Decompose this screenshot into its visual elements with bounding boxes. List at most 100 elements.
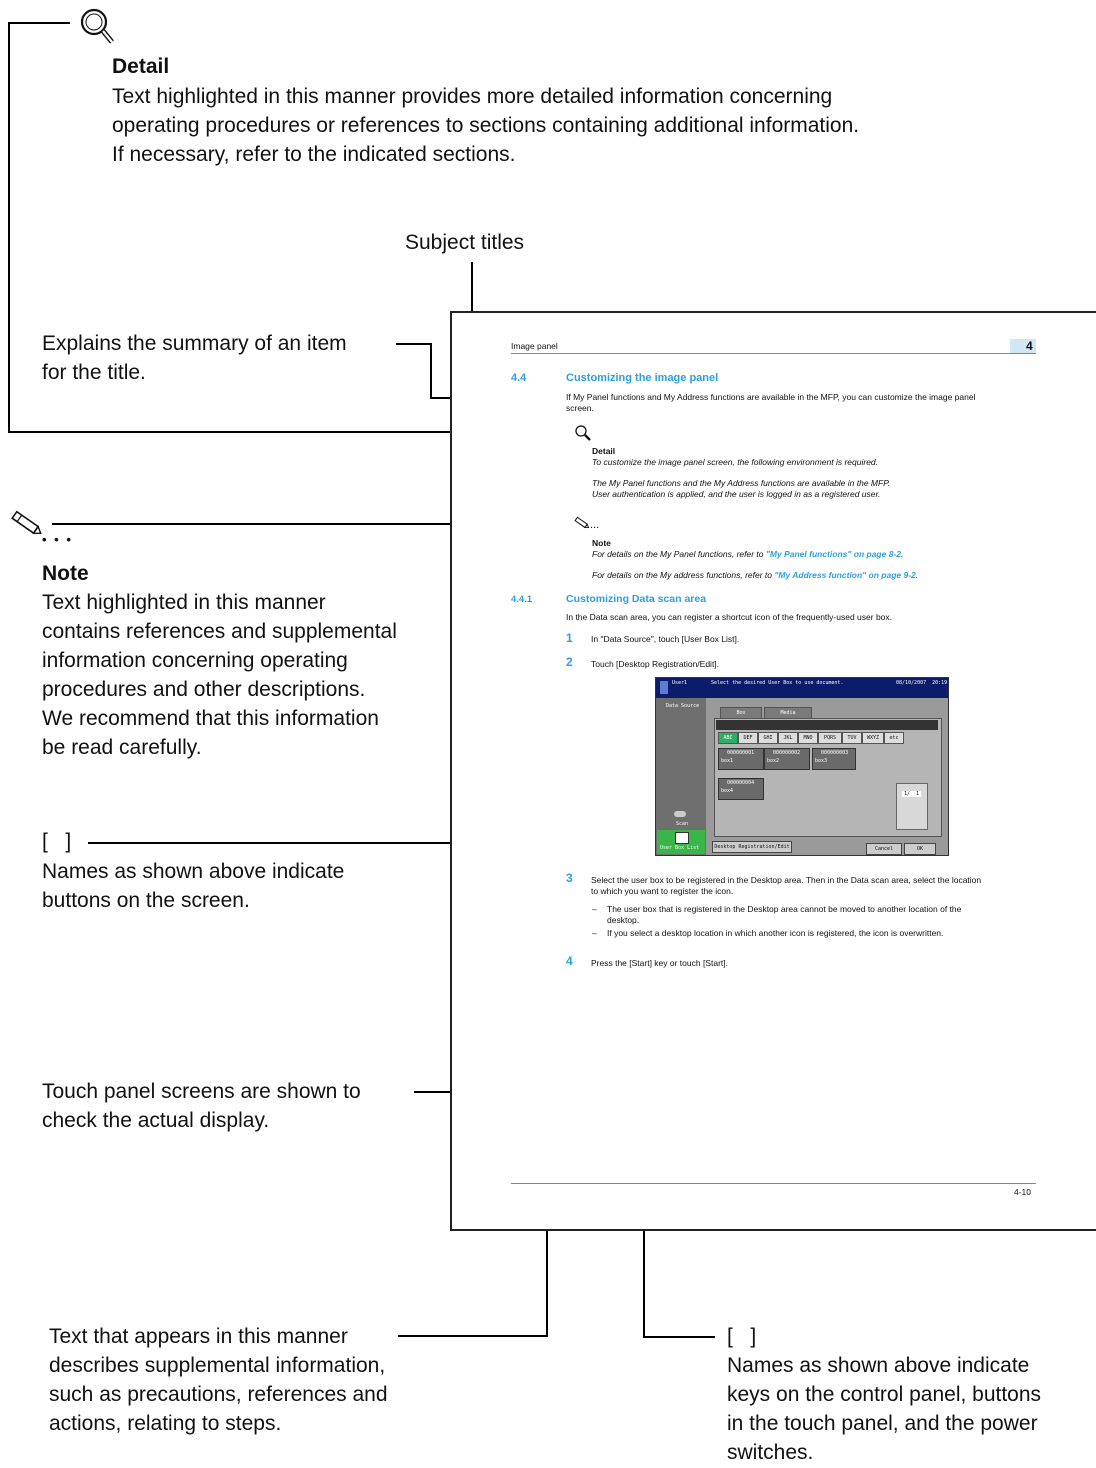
doc-note-line-2-end: . (915, 570, 919, 580)
bullet-2-text: If you select a desktop location in whic… (607, 928, 944, 938)
supplemental-line-4: actions, relating to steps. (49, 1412, 282, 1435)
bracket-keys-line-3: in the touch panel, and the power (727, 1412, 1038, 1435)
doc-note-pencil-icon (574, 516, 590, 530)
tp-datetime: 08/10/2007 20:19 (896, 680, 948, 686)
touch-panel-screenshot: User1 Select the desired User Box to use… (655, 677, 949, 856)
summary-line-1: Explains the summary of an item (42, 332, 347, 355)
link-my-address-function[interactable]: "My Address function" on page 9-2 (774, 570, 915, 580)
section-title: Customizing the image panel (566, 372, 719, 384)
step-2-number: 2 (566, 655, 573, 669)
detail-callout-line-2: operating procedures or references to se… (112, 114, 860, 137)
step-1-text: In "Data Source", touch [User Box List]. (591, 634, 740, 644)
pencil-icon (8, 508, 44, 538)
tp-letter-pqrs[interactable]: PQRS (818, 732, 842, 744)
doc-note-dots: ... (590, 519, 600, 531)
doc-note-line-1-end: . (900, 549, 904, 559)
bullet-2-dash: – (592, 928, 597, 938)
note-dots: • • • (42, 532, 73, 547)
doc-note-heading: Note (592, 538, 611, 548)
detail-callout-line-3: If necessary, refer to the indicated sec… (112, 143, 516, 166)
tp-user-box-list-label: User Box List (660, 845, 700, 851)
tp-user-box-2-name: box2 (767, 758, 780, 764)
touch-panel-callout-line-2: check the actual display. (42, 1109, 270, 1132)
doc-detail-line-3: User authentication is applied, and the … (592, 489, 881, 499)
tp-user-box-list-button[interactable]: User Box List (657, 830, 705, 854)
tp-letter-jkl[interactable]: JKL (778, 732, 798, 744)
tp-ok-button[interactable]: OK (904, 843, 936, 855)
step-3-text-2: to which you want to register the icon. (591, 886, 734, 896)
step-3-text: Select the user box to be registered in … (591, 875, 982, 885)
doc-note-line-2: For details on the My address functions,… (592, 570, 918, 581)
page-header-title: Image panel (511, 341, 558, 351)
link-my-panel-functions[interactable]: "My Panel functions" on page 8-2 (766, 549, 901, 559)
tp-message: Select the desired User Box to use docum… (711, 680, 844, 686)
subsection-title: Customizing Data scan area (566, 593, 707, 605)
tp-cancel-button[interactable]: Cancel (866, 843, 902, 855)
tp-scan-icon (674, 811, 686, 817)
tp-user-box-4-id: 000000004 (727, 780, 755, 786)
note-line-5: We recommend that this information (42, 707, 379, 730)
tp-letter-mno[interactable]: MNO (798, 732, 818, 744)
supplemental-line-1: Text that appears in this manner (49, 1325, 348, 1348)
section-intro-2: screen. (566, 403, 594, 413)
bracket-keys-line-4: switches. (727, 1441, 814, 1464)
note-line-2: contains references and supplemental (42, 620, 397, 643)
magnifier-icon (78, 6, 118, 48)
tp-search-bar[interactable] (716, 720, 938, 730)
note-callout-heading: Note (42, 562, 89, 585)
tp-user-box-4-name: box4 (721, 788, 734, 794)
step-4-text: Press the [Start] key or touch [Start]. (591, 958, 729, 968)
detail-callout-line-1: Text highlighted in this manner provides… (112, 85, 833, 108)
bracket-screen-line-2: buttons on the screen. (42, 889, 250, 912)
tp-letter-tuv[interactable]: TUV (842, 732, 862, 744)
touch-panel-callout-line-1: Touch panel screens are shown to (42, 1080, 361, 1103)
doc-detail-line-2: The My Panel functions and the My Addres… (592, 478, 891, 488)
subsection-intro: In the Data scan area, you can register … (566, 612, 893, 622)
chapter-number: 4 (1026, 339, 1033, 353)
doc-detail-heading: Detail (592, 446, 616, 456)
doc-note-line-1-text: For details on the My Panel functions, r… (592, 549, 766, 559)
section-number: 4.4 (511, 372, 527, 384)
summary-line-2: for the title. (42, 361, 146, 384)
tp-letter-wxyz[interactable]: WXYZ (862, 732, 884, 744)
tp-user-box-list-icon (675, 832, 689, 844)
header-rule (511, 353, 1036, 354)
tp-user-name: User1 (672, 680, 688, 686)
tp-user-box-2[interactable]: 000000002 box2 (764, 748, 810, 770)
tp-user-box-1[interactable]: 000000001 box1 (718, 748, 764, 770)
doc-note-line-1: For details on the My Panel functions, r… (592, 549, 903, 560)
tp-user-box-3-id: 000000003 (821, 750, 849, 756)
note-line-3: information concerning operating (42, 649, 348, 672)
detail-callout-heading: Detail (112, 55, 170, 78)
tp-user-box-2-id: 000000002 (773, 750, 801, 756)
supplemental-line-3: such as precautions, references and (49, 1383, 388, 1406)
step-3-number: 3 (566, 871, 573, 885)
step-2-text: Touch [Desktop Registration/Edit]. (591, 659, 720, 669)
tp-letter-abc[interactable]: ABC (718, 732, 738, 744)
doc-detail-magnifier-icon (574, 424, 592, 442)
subject-titles-label: Subject titles (405, 231, 525, 254)
bracket-screen-line-1: Names as shown above indicate (42, 860, 345, 883)
note-line-1: Text highlighted in this manner (42, 591, 326, 614)
tp-user-box-3[interactable]: 000000003 box3 (812, 748, 856, 770)
section-intro-1: If My Panel functions and My Address fun… (566, 392, 976, 402)
bullet-1-text: The user box that is registered in the D… (607, 904, 962, 914)
bracket-screen-label: [ ] (42, 830, 72, 853)
tp-letter-def[interactable]: DEF (738, 732, 758, 744)
doc-note-line-2-text: For details on the My address functions,… (592, 570, 775, 580)
tp-user-box-1-id: 000000001 (727, 750, 755, 756)
step-4-number: 4 (566, 954, 573, 968)
tp-user-box-3-name: box3 (815, 758, 828, 764)
bracket-keys-label: [ ] (727, 1325, 757, 1348)
tp-letter-etc[interactable]: etc (884, 732, 904, 744)
bullet-1-dash: – (592, 904, 597, 914)
bracket-keys-line-1: Names as shown above indicate (727, 1354, 1030, 1377)
tp-user-box-4[interactable]: 000000004 box4 (718, 778, 764, 800)
supplemental-line-2: describes supplemental information, (49, 1354, 386, 1377)
tp-desktop-registration-button[interactable]: Desktop Registration/Edit (712, 841, 792, 853)
note-line-4: procedures and other descriptions. (42, 678, 366, 701)
bullet-1-text-2: desktop. (607, 915, 640, 925)
tp-letter-ghi[interactable]: GHI (758, 732, 778, 744)
tp-data-source: Data Source (666, 703, 700, 709)
note-line-6: be read carefully. (42, 736, 202, 759)
